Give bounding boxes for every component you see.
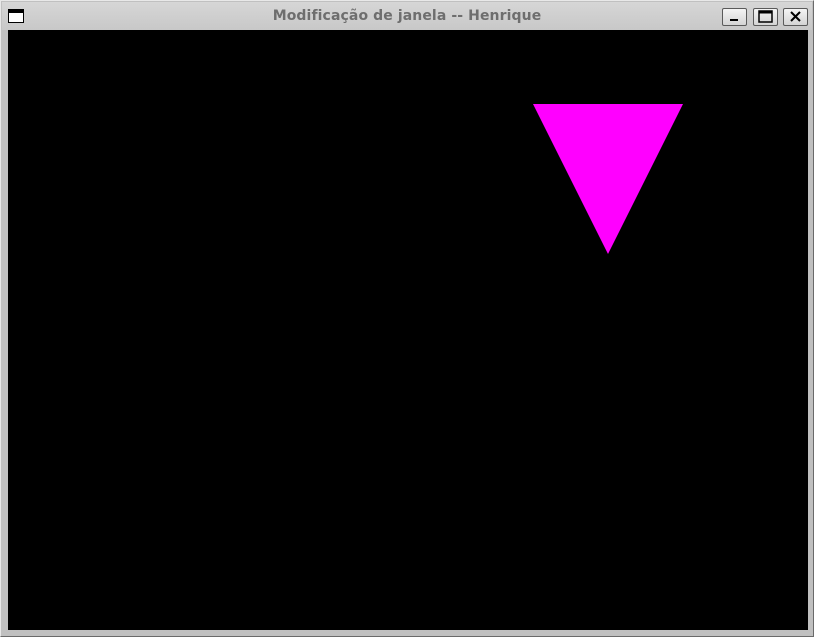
close-button[interactable] — [783, 8, 808, 26]
maximize-button[interactable] — [753, 8, 778, 26]
close-icon — [790, 11, 801, 22]
maximize-icon — [758, 10, 773, 23]
minimize-icon — [730, 19, 738, 21]
app-window: Modificação de janela -- Henrique — [0, 0, 814, 637]
window-title: Modificação de janela -- Henrique — [272, 8, 542, 24]
drawing-canvas[interactable] — [8, 30, 808, 630]
magenta-triangle — [533, 104, 683, 254]
minimize-button[interactable] — [722, 8, 747, 26]
title-bar[interactable]: Modificação de janela -- Henrique — [2, 2, 812, 30]
canvas-surface — [533, 104, 683, 254]
